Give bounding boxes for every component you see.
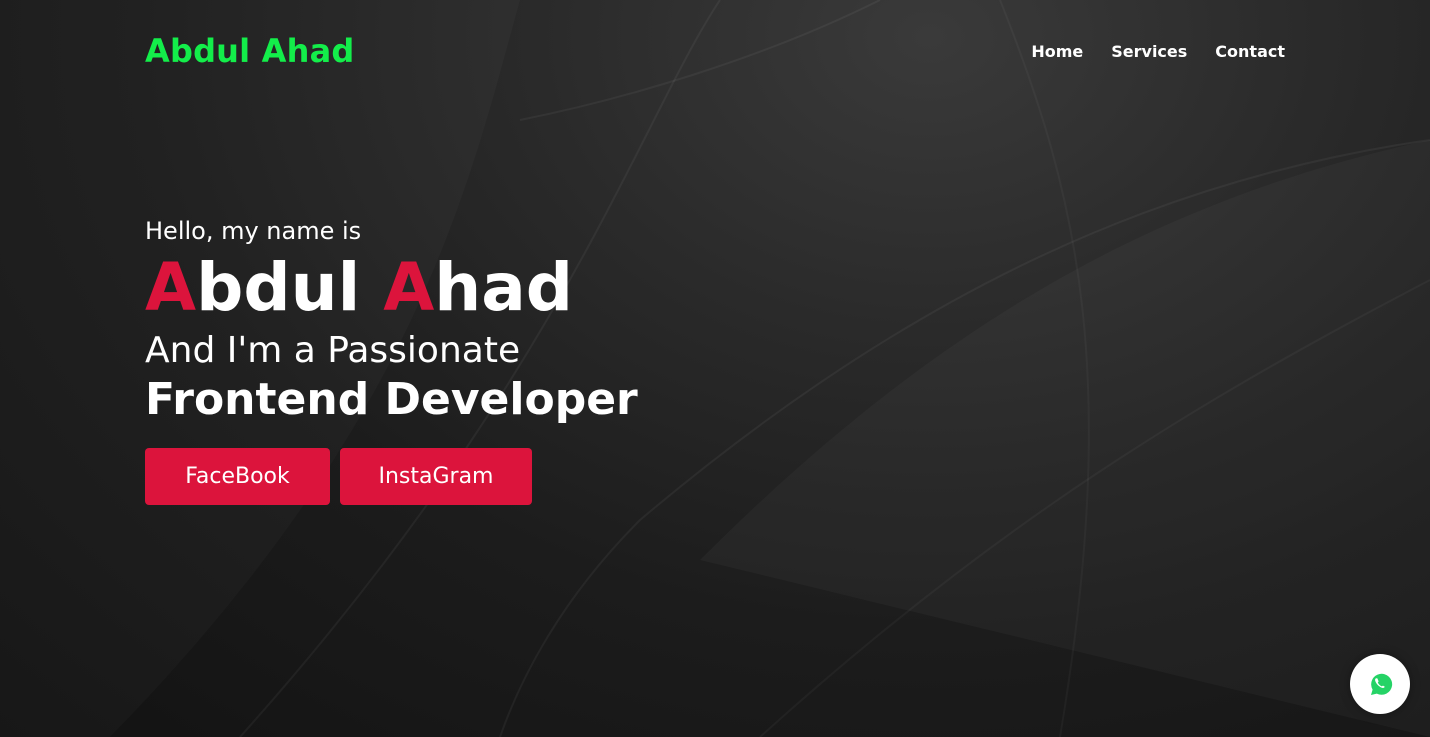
hero-section: Hello, my name is Abdul Ahad And I'm a P… [145,214,638,505]
nav-link-home[interactable]: Home [1031,42,1083,61]
hero-role: Frontend Developer [145,374,638,425]
nav-item-home: Home [1031,42,1083,61]
whatsapp-button[interactable] [1350,654,1410,714]
instagram-button[interactable]: InstaGram [340,448,532,505]
facebook-button[interactable]: FaceBook [145,448,330,505]
name-first-rest: bdul [196,249,361,326]
nav-link-contact[interactable]: Contact [1215,42,1285,61]
navbar: Abdul Ahad Home Services Contact [145,28,1285,74]
whatsapp-icon [1371,673,1393,695]
hero-name: Abdul Ahad [145,248,638,328]
nav-item-contact: Contact [1215,42,1285,61]
nav-link-services[interactable]: Services [1111,42,1187,61]
hero-greeting: Hello, my name is [145,217,362,245]
nav-menu: Home Services Contact [1031,42,1285,61]
name-last-initial: A [383,249,435,326]
site-logo[interactable]: Abdul Ahad [145,32,355,70]
hero-tagline: And I'm a Passionate [145,330,521,371]
name-first-initial: A [145,249,197,326]
social-buttons: FaceBook InstaGram [145,448,638,505]
nav-item-services: Services [1111,42,1187,61]
name-last-rest: had [434,249,574,326]
